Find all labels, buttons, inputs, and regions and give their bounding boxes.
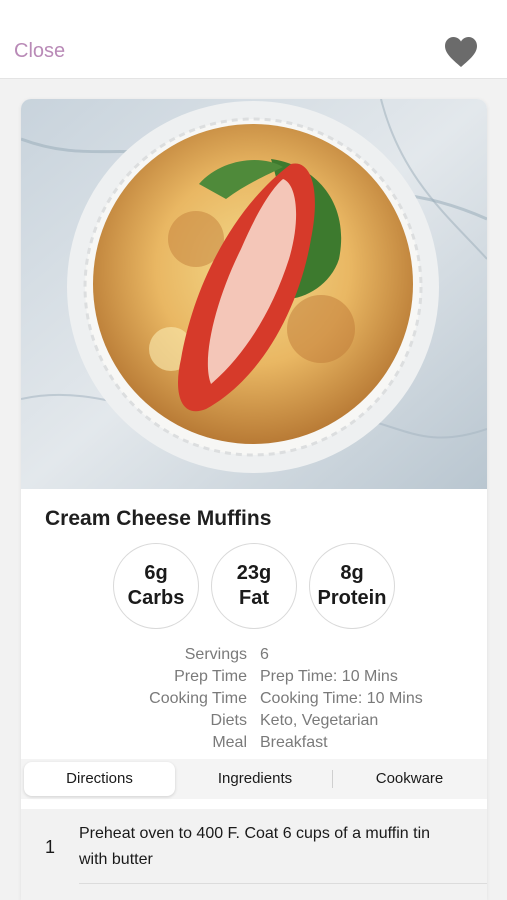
detail-value: 6 (260, 646, 269, 663)
macro-label: Carbs (127, 587, 185, 609)
detail-row-diets: Diets Keto, Vegetarian (21, 710, 487, 732)
heart-icon (445, 37, 477, 67)
top-bar: Close (0, 0, 507, 79)
detail-key: Prep Time (174, 668, 247, 685)
detail-row-servings: Servings 6 (21, 644, 487, 666)
detail-row-prep-time: Prep Time Prep Time: 10 Mins (21, 666, 487, 688)
recipe-title: Cream Cheese Muffins (45, 507, 272, 530)
detail-key: Meal (212, 734, 247, 751)
detail-key: Cooking Time (149, 690, 247, 707)
detail-key: Diets (210, 712, 247, 729)
macro-amount: 23g (236, 562, 272, 584)
detail-key: Servings (184, 646, 247, 663)
segmented-tabs: Directions Ingredients Cookware (21, 759, 487, 799)
close-button[interactable]: Close (14, 40, 65, 63)
macro-label: Fat (239, 587, 269, 609)
recipe-card: Cream Cheese Muffins 6g Carbs 23g Fat 8g… (21, 99, 487, 900)
macro-fat: 23g Fat (211, 543, 297, 629)
detail-row-meal: Meal Breakfast (21, 732, 487, 754)
detail-value: Cooking Time: 10 Mins (260, 690, 423, 707)
tab-directions[interactable]: Directions (24, 762, 175, 796)
macro-amount: 8g (340, 562, 364, 584)
macro-summary: 6g Carbs 23g Fat 8g Protein (113, 543, 395, 629)
detail-row-cooking-time: Cooking Time Cooking Time: 10 Mins (21, 688, 487, 710)
detail-value: Breakfast (260, 734, 328, 751)
step-text: Preheat oven to 400 F. Coat 6 cups of a … (79, 825, 431, 868)
tab-ingredients[interactable]: Ingredients (181, 762, 329, 796)
detail-value: Prep Time: 10 Mins (260, 668, 398, 685)
favorite-button[interactable] (443, 35, 479, 69)
step-number: 1 (45, 837, 56, 857)
detail-value: Keto, Vegetarian (260, 712, 379, 729)
tab-cookware[interactable]: Cookware (335, 762, 484, 796)
recipe-image (21, 99, 487, 489)
macro-protein: 8g Protein (309, 543, 395, 629)
macro-label: Protein (317, 587, 387, 609)
recipe-details: Servings 6 Prep Time Prep Time: 10 Mins … (21, 644, 487, 754)
macro-carbs: 6g Carbs (113, 543, 199, 629)
macro-amount: 6g (144, 562, 168, 584)
step-divider (79, 883, 487, 884)
directions-list: 1 Preheat oven to 400 F. Coat 6 cups of … (21, 809, 487, 900)
tab-divider (332, 770, 333, 788)
